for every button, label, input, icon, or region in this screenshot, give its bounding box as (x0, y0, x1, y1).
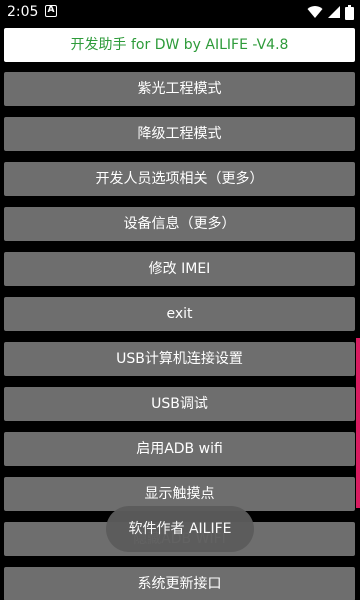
wifi-icon (307, 5, 323, 19)
system-update-button[interactable]: 系统更新接口 (4, 567, 355, 600)
app-title-button[interactable]: 开发助手 for DW by AILIFE -V4.8 (4, 28, 355, 62)
exit-button[interactable]: exit (4, 297, 355, 331)
usb-connection-settings-button[interactable]: USB计算机连接设置 (4, 342, 355, 376)
status-time: 2:05 (7, 4, 39, 20)
battery-icon (345, 4, 354, 20)
signal-icon (327, 5, 341, 19)
downgrade-engineering-mode-button[interactable]: 降级工程模式 (4, 117, 355, 151)
scrollbar[interactable] (356, 338, 360, 508)
modify-imei-button[interactable]: 修改 IMEI (4, 252, 355, 286)
device-info-button[interactable]: 设备信息（更多） (4, 207, 355, 241)
toast-message: 软件作者 AILIFE (106, 506, 254, 552)
developer-options-button[interactable]: 开发人员选项相关（更多） (4, 162, 355, 196)
status-icons (307, 4, 354, 20)
status-bar: 2:05 A (0, 0, 360, 24)
notification-icon: A (45, 5, 57, 17)
enable-adb-wifi-button[interactable]: 启用ADB wifi (4, 432, 355, 466)
unisoc-engineering-mode-button[interactable]: 紫光工程模式 (4, 72, 355, 106)
usb-debugging-button[interactable]: USB调试 (4, 387, 355, 421)
